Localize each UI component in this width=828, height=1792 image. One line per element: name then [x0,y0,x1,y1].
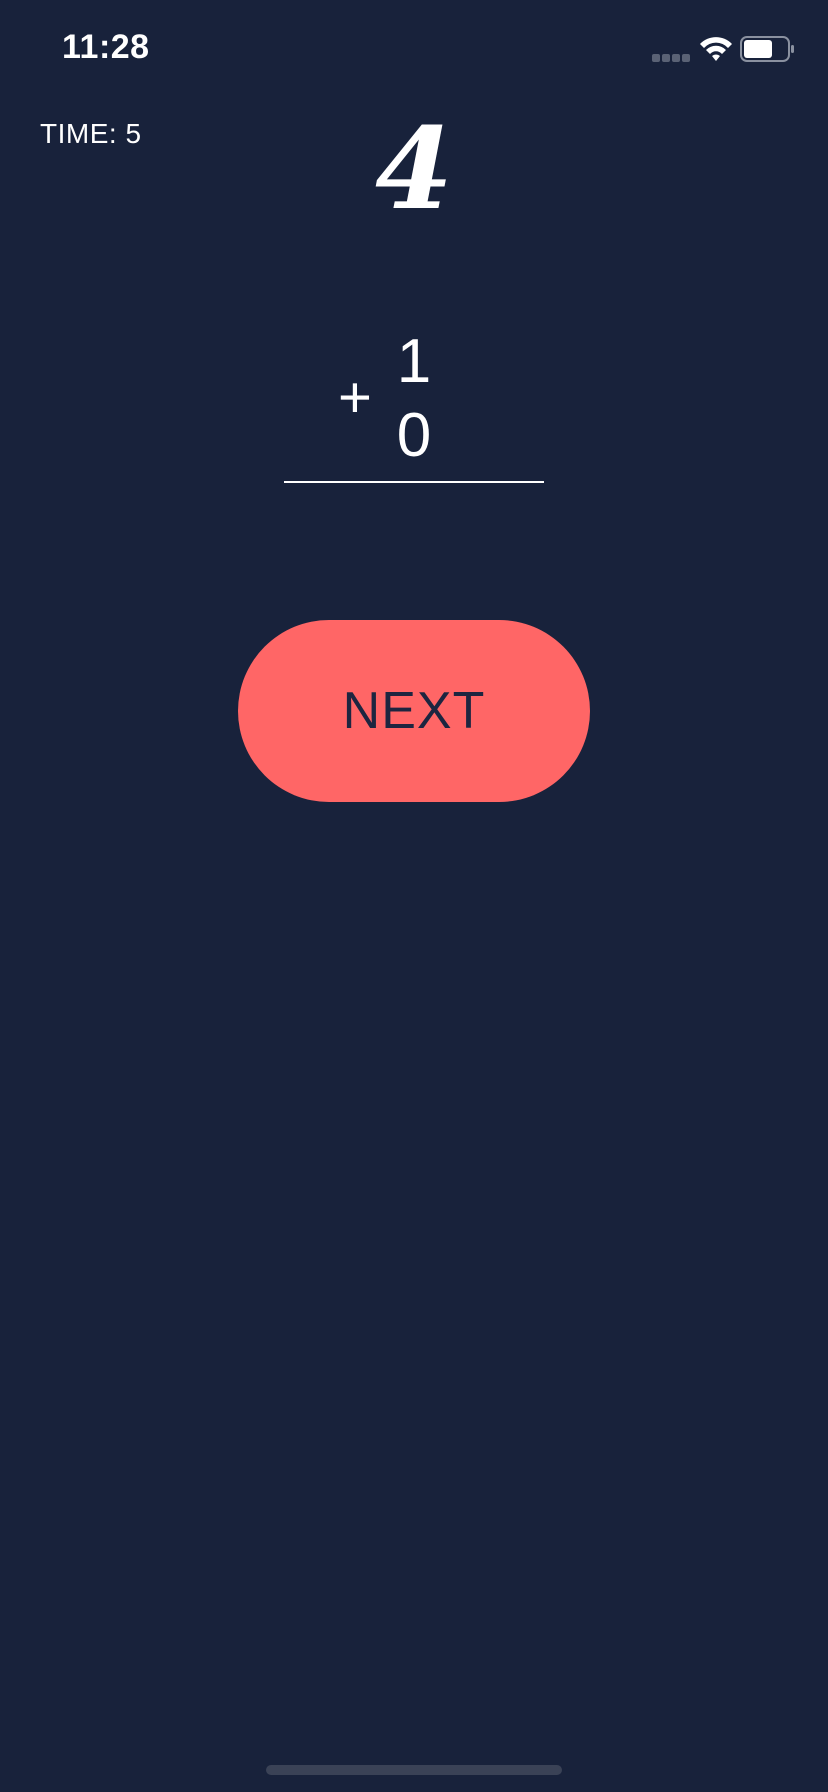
wifi-icon [700,37,732,61]
status-bar: 11:28 [0,0,828,100]
cellular-signal-icon [652,54,690,62]
addition-problem: 1 + 0 [284,320,544,484]
home-indicator[interactable] [266,1765,562,1775]
operand-top: 1 [396,327,432,396]
answer-number: 4 [375,104,453,235]
battery-icon [740,36,794,62]
sum-line [284,481,544,483]
status-time: 11:28 [62,28,150,66]
operand-bottom: 0 [396,401,432,470]
next-button[interactable]: NEXT [238,620,590,802]
